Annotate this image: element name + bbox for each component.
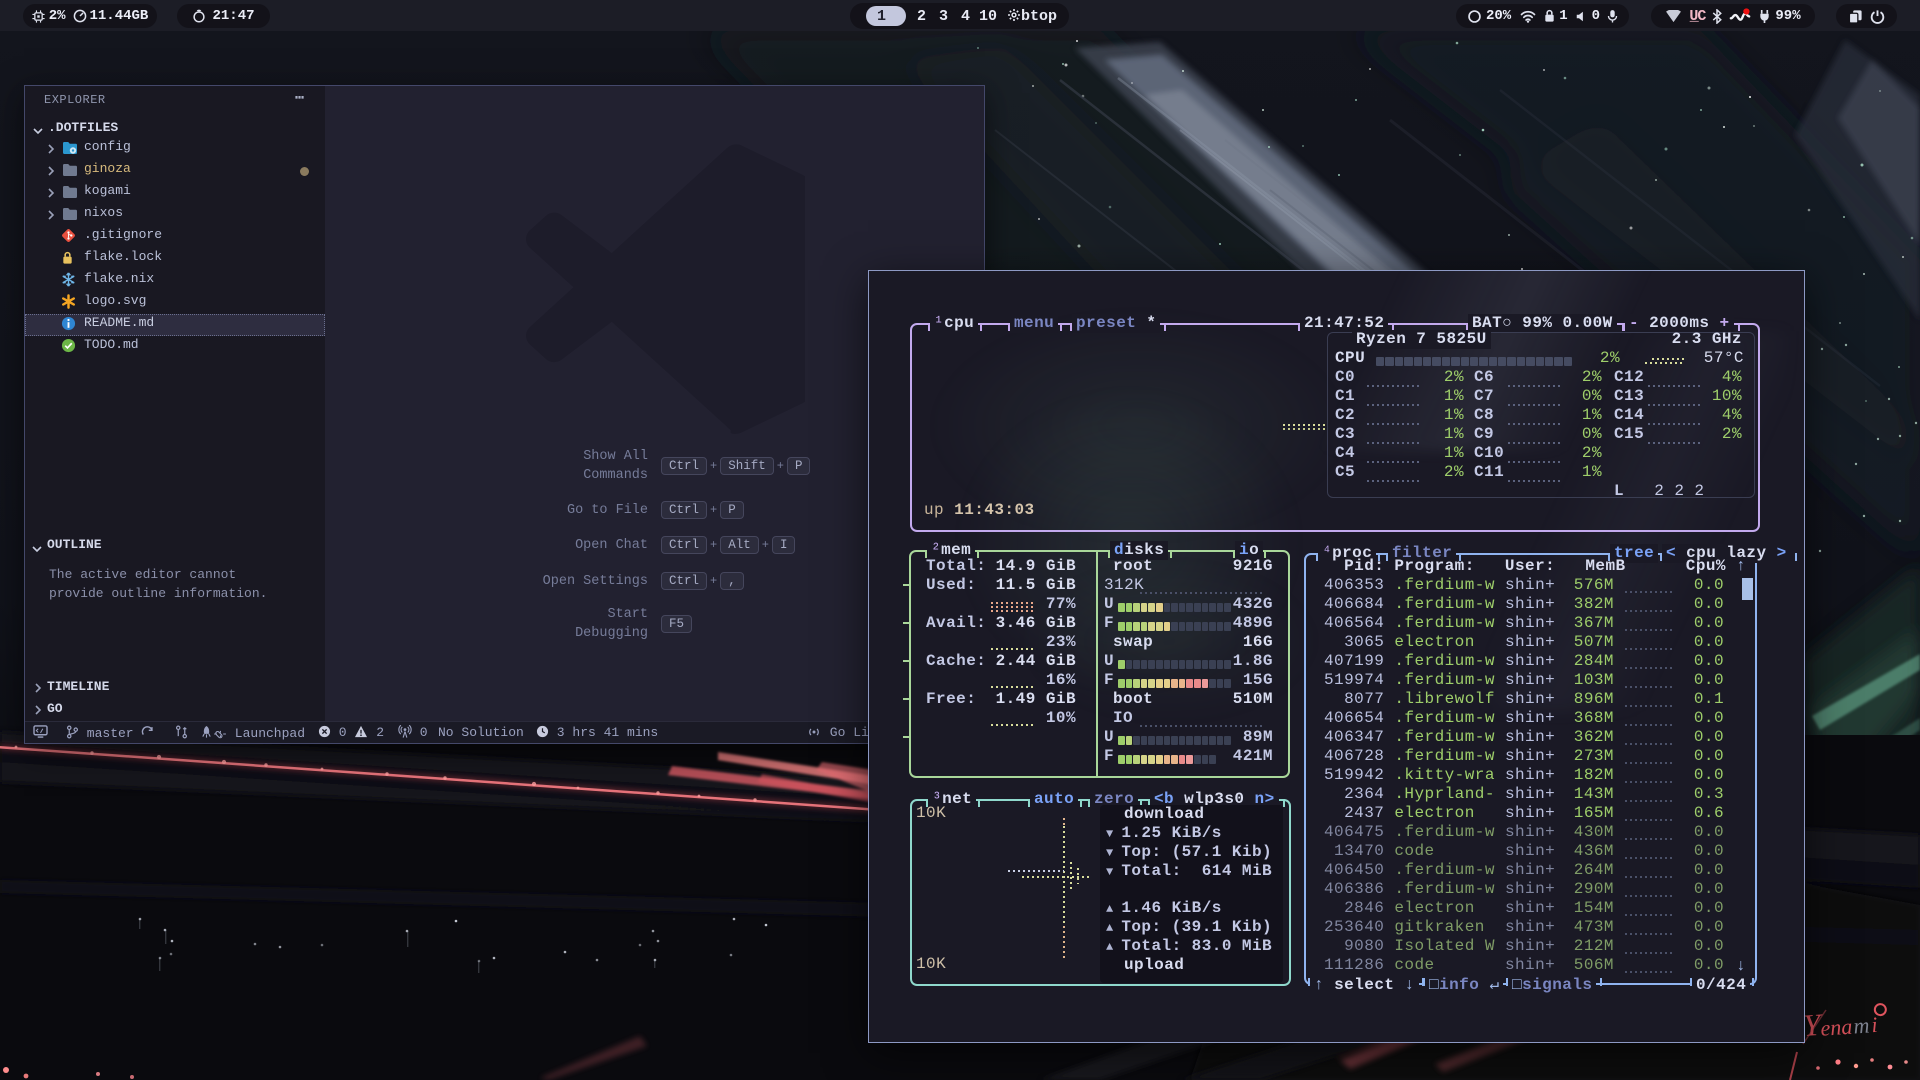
svg-text:ena: ena — [1820, 1014, 1853, 1041]
svg-text:m: m — [1853, 1012, 1871, 1038]
